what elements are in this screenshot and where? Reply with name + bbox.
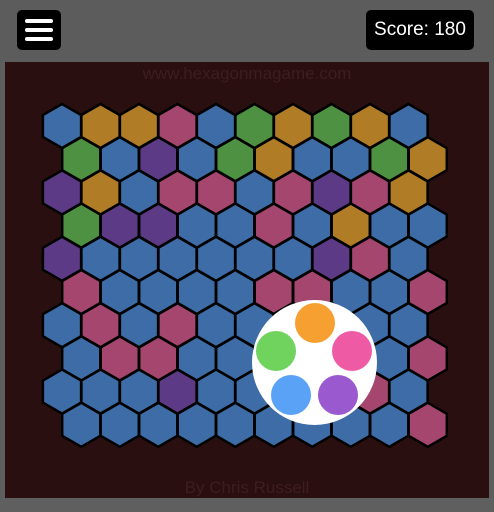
hex-tile bbox=[176, 401, 218, 449]
hex-tile bbox=[137, 401, 179, 449]
color-picker bbox=[252, 300, 377, 425]
color-option-pink[interactable] bbox=[332, 331, 372, 371]
color-option-purple[interactable] bbox=[318, 375, 358, 415]
color-option-orange[interactable] bbox=[295, 303, 335, 343]
hex-tile bbox=[99, 401, 141, 449]
hex-tile bbox=[407, 401, 449, 449]
hex-tile bbox=[368, 401, 410, 449]
hex-tile bbox=[60, 401, 102, 449]
color-option-green[interactable] bbox=[256, 331, 296, 371]
color-option-blue[interactable] bbox=[271, 375, 311, 415]
game-screen: Score: 180 www.hexagonmagame.com By Chri… bbox=[0, 0, 494, 512]
hex-grid bbox=[41, 102, 449, 449]
hex-tile bbox=[214, 401, 256, 449]
hex-board bbox=[41, 102, 449, 449]
